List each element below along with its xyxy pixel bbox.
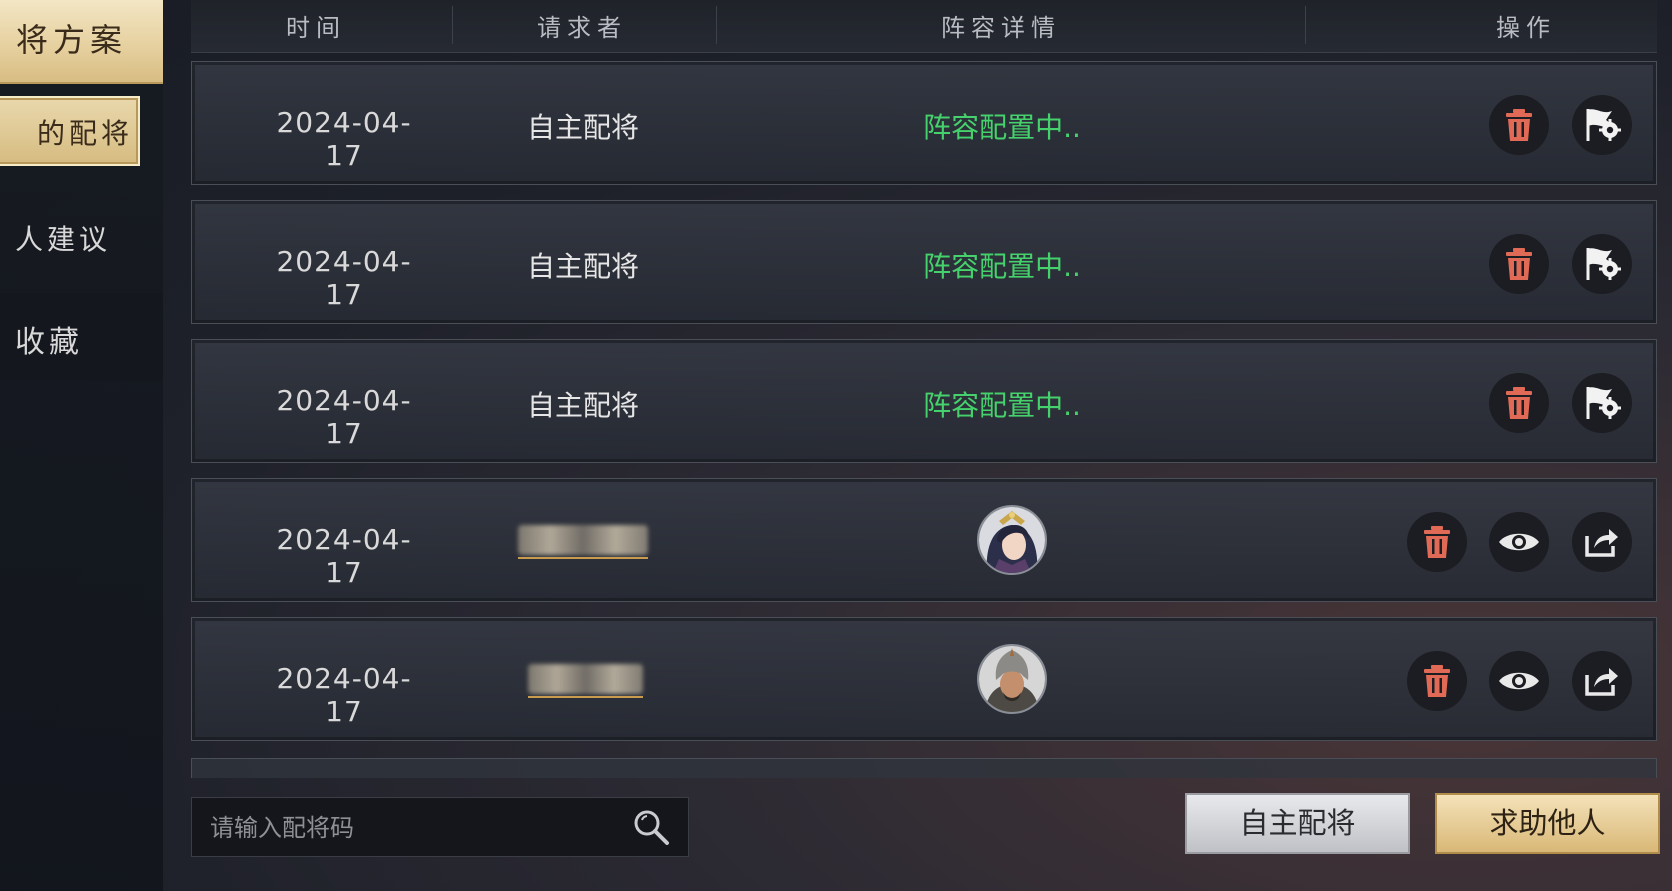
- row-requester: 自主配将: [526, 250, 639, 283]
- column-divider: [1305, 6, 1306, 44]
- share-icon: [1585, 668, 1618, 696]
- delete-button[interactable]: [1489, 234, 1549, 294]
- sidebar-item-label: 收藏: [15, 325, 83, 360]
- view-button[interactable]: [1489, 512, 1549, 572]
- eye-icon: [1499, 533, 1539, 551]
- self-config-button[interactable]: 自主配将: [1185, 793, 1410, 854]
- requester-name-redacted[interactable]: [518, 525, 648, 555]
- lineup-code-search: [191, 797, 689, 857]
- column-header-time: 时间: [286, 14, 346, 42]
- lineup-code-input[interactable]: [208, 808, 612, 848]
- row-date: 2024-04-17: [276, 384, 412, 450]
- configure-lineup-button[interactable]: [1572, 234, 1632, 294]
- column-header-detail: 阵容详情: [941, 14, 1061, 42]
- delete-icon: [1424, 665, 1450, 697]
- row-date: 2024-04-17: [276, 523, 412, 589]
- sidebar-title-tab[interactable]: 将方案: [0, 0, 163, 84]
- row-date: 2024-04-17: [276, 245, 412, 311]
- flag-gear-icon: [1586, 109, 1621, 141]
- table-row: 2024-04-17 自主配将 阵容配置中..: [191, 339, 1657, 463]
- row-status: 阵容配置中..: [923, 111, 1081, 144]
- table-header: 时间 请求者 阵容详情 操作: [191, 0, 1657, 53]
- sidebar: 将方案 的配将 人建议 收藏: [0, 0, 163, 891]
- column-divider: [452, 6, 453, 44]
- delete-button[interactable]: [1407, 512, 1467, 572]
- requester-link-underline: [518, 557, 648, 559]
- column-header-actions: 操作: [1496, 14, 1556, 42]
- row-date: 2024-04-17: [276, 662, 412, 728]
- share-button[interactable]: [1572, 512, 1632, 572]
- requester-link-underline: [528, 696, 643, 698]
- column-header-requester: 请求者: [537, 14, 627, 42]
- sidebar-item-my-configs[interactable]: 的配将: [0, 96, 163, 166]
- sidebar-item-label: 人建议: [14, 223, 111, 256]
- female-general-avatar[interactable]: [977, 505, 1047, 575]
- table-row: 2024-04-17 自主配将 阵容配置中..: [191, 61, 1657, 185]
- sidebar-title: 将方案: [15, 21, 127, 59]
- delete-icon: [1506, 387, 1532, 419]
- table-row: 2024-04-17: [191, 478, 1657, 602]
- table-row: 2024-04-17: [191, 617, 1657, 741]
- share-button[interactable]: [1572, 651, 1632, 711]
- share-icon: [1585, 529, 1618, 557]
- search-icon[interactable]: [632, 808, 670, 850]
- delete-button[interactable]: [1489, 373, 1549, 433]
- table-row: 2024-04-17 自主配将 阵容配置中..: [191, 200, 1657, 324]
- sidebar-item-label: 的配将: [36, 117, 133, 150]
- row-requester: 自主配将: [526, 111, 639, 144]
- delete-button[interactable]: [1407, 651, 1467, 711]
- requester-name-redacted[interactable]: [528, 664, 643, 694]
- column-divider: [716, 6, 717, 44]
- sidebar-item-advice[interactable]: 人建议: [0, 200, 163, 270]
- flag-gear-icon: [1586, 248, 1621, 280]
- configure-lineup-button[interactable]: [1572, 373, 1632, 433]
- row-status: 阵容配置中..: [923, 389, 1081, 422]
- ask-help-button[interactable]: 求助他人: [1435, 793, 1660, 854]
- helmeted-general-avatar[interactable]: [977, 644, 1047, 714]
- delete-icon: [1506, 248, 1532, 280]
- table-row-partial: [191, 758, 1657, 778]
- delete-button[interactable]: [1489, 95, 1549, 155]
- delete-icon: [1506, 109, 1532, 141]
- row-status: 阵容配置中..: [923, 250, 1081, 283]
- eye-icon: [1499, 672, 1539, 690]
- row-date: 2024-04-17: [276, 106, 412, 172]
- view-button[interactable]: [1489, 651, 1549, 711]
- configure-lineup-button[interactable]: [1572, 95, 1632, 155]
- delete-icon: [1424, 526, 1450, 558]
- sidebar-item-favorites[interactable]: 收藏: [0, 293, 163, 381]
- flag-gear-icon: [1586, 387, 1621, 419]
- row-requester: 自主配将: [526, 389, 639, 422]
